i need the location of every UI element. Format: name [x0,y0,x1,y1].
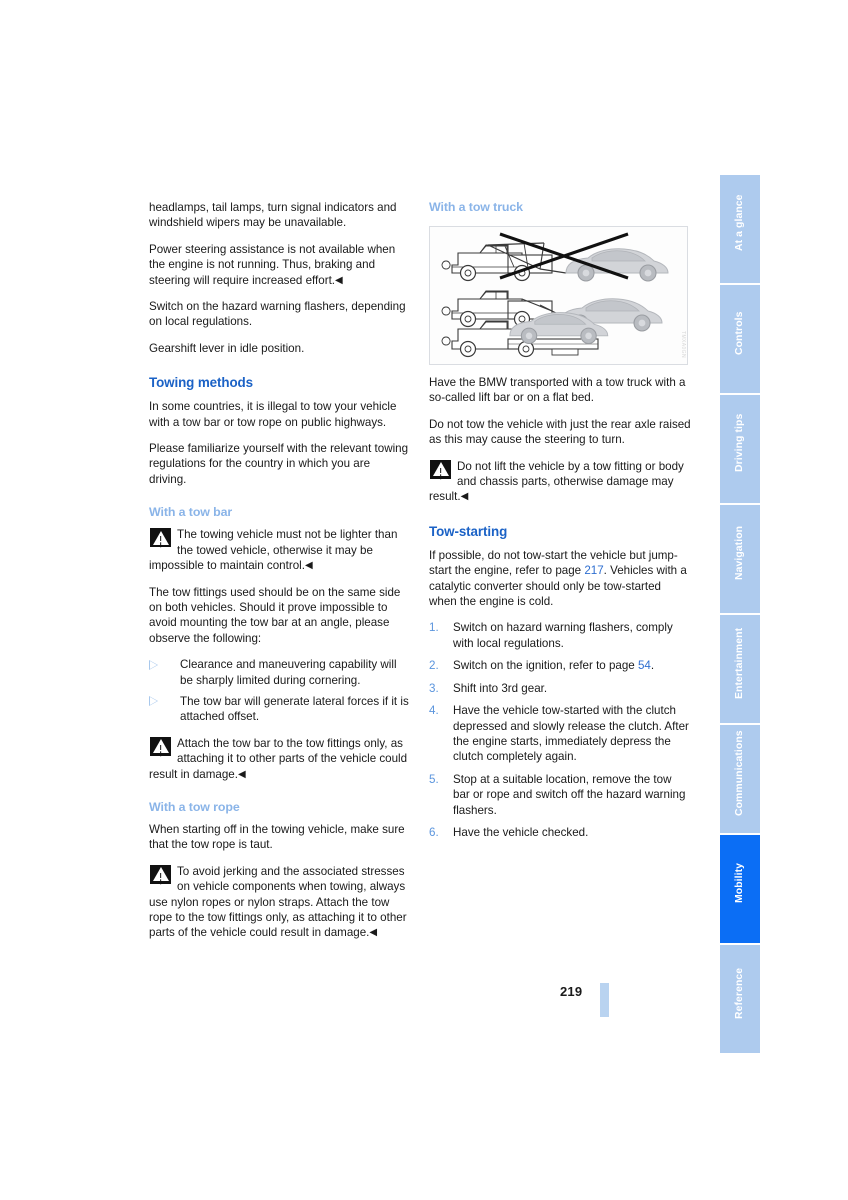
end-of-warning-marker: ◀ [369,927,378,939]
paragraph-illegal-tow: In some countries, it is illegal to tow … [149,400,397,429]
warning-body: The towing vehicle must not be lighter t… [149,528,398,573]
sidebar-tab-controls[interactable]: Controls [720,285,760,393]
sidebar-tab-label: Controls [734,311,745,355]
heading-with-a-tow-rope: With a tow rope [149,799,240,814]
paragraph-rear-axle: Do not tow the vehicle with just the rea… [429,417,691,447]
step-number: 1. [429,621,439,635]
step-text-before: Switch on the ignition, refer to page [453,659,638,673]
warning-text: The towing vehicle must not be lighter t… [149,527,409,573]
list-item: The tow bar will generate lateral forces… [149,694,409,725]
manual-page: headlamps, tail lamps, turn signal indic… [0,0,848,1200]
triangle-bullet-inner-icon [150,660,157,669]
sidebar-tab-reference[interactable]: Reference [720,945,760,1053]
step-text: Have the vehicle checked. [453,825,589,839]
end-of-warning-marker: ◀ [460,491,469,503]
step-text: Stop at a suitable location, remove the … [453,772,686,817]
list-item: 4. Have the vehicle tow-started with the… [429,703,691,765]
tow-starting-steps: 1. Switch on hazard warning flashers, co… [429,620,691,840]
sidebar-tab-driving-tips[interactable]: Driving tips [720,395,760,503]
heading-tow-starting: Tow-starting [429,523,508,539]
list-item: Clearance and maneuvering capability wil… [149,657,409,688]
paragraph-power-steering: Power steering assistance is not availab… [149,242,409,288]
step-number: 3. [429,681,439,695]
page-number: 219 [560,984,583,999]
step-text: Switch on hazard warning flashers, compl… [453,621,673,650]
sidebar-tab-at-a-glance[interactable]: At a glance [720,175,760,283]
paragraph-gearshift: Gearshift lever in idle position. [149,341,305,355]
warning-body: Attach the tow bar to the tow fittings o… [149,736,408,781]
warning-text: Do not lift the vehicle by a tow fitting… [429,459,691,505]
step-number: 5. [429,772,439,786]
warning-block-attach-tow-bar: Attach the tow bar to the tow fittings o… [149,736,409,782]
page-reference-217[interactable]: 217 [584,564,603,577]
illustration-row-1 [441,242,669,282]
paragraph-hazard-flashers: Switch on the hazard warning flashers, d… [149,300,406,329]
tow-truck-illustration [441,232,669,358]
warning-block-tow-rope: To avoid jerking and the associated stre… [149,864,409,941]
paragraph-continued: headlamps, tail lamps, turn signal indic… [149,201,397,230]
figure-tow-truck-methods: TMXA0GN [429,226,688,365]
paragraph-familiarize: Please familiarize yourself with the rel… [149,442,409,486]
triangle-bullet-inner-icon [150,697,157,706]
warning-triangle-icon [430,459,451,479]
sidebar-tab-label: Mobility [734,862,745,904]
figure-code-label: TMXA0GN [680,331,686,358]
warning-triangle-icon [150,736,171,756]
list-item-label: Clearance and maneuvering capability wil… [180,658,397,687]
sidebar-tab-navigation[interactable]: Navigation [720,505,760,613]
step-text: Shift into 3rd gear. [453,681,548,695]
warning-block-do-not-lift: Do not lift the vehicle by a tow fitting… [429,459,691,505]
list-item: 6. Have the vehicle checked. [429,825,691,840]
warning-block-tow-bar-weight: The towing vehicle must not be lighter t… [149,527,409,573]
end-of-warning-marker: ◀ [304,560,313,572]
sidebar-tab-communications[interactable]: Communications [720,725,760,833]
page-reference-54[interactable]: 54 [638,659,651,672]
end-of-warning-marker: ◀ [237,768,246,780]
warning-text: Attach the tow bar to the tow fittings o… [149,736,409,782]
list-item: 2. Switch on the ignition, refer to page… [429,658,691,673]
warning-text: To avoid jerking and the associated stre… [149,864,409,941]
heading-with-a-tow-truck: With a tow truck [429,200,523,214]
sidebar-tab-label: Navigation [734,525,745,581]
sidebar-tab-label: Communications [734,730,745,816]
left-column: headlamps, tail lamps, turn signal indic… [149,200,409,952]
step-number: 6. [429,825,439,839]
list-item: 1. Switch on hazard warning flashers, co… [429,620,691,651]
sidebar-tab-label: At a glance [734,194,745,252]
sidebar-tab-entertainment[interactable]: Entertainment [720,615,760,723]
paragraph-text: Power steering assistance is not availab… [149,242,396,287]
paragraph-tow-start-intro: If possible, do not tow-start the vehicl… [429,548,691,610]
paragraph-tow-fittings-side: The tow fittings used should be on the s… [149,585,401,645]
warning-body: To avoid jerking and the associated stre… [149,864,407,940]
step-text: Have the vehicle tow-started with the cl… [453,704,689,764]
sidebar-tab-label: Reference [734,967,745,1019]
warning-triangle-icon [150,864,171,884]
sidebar-tab-bar: At a glance Controls Driving tips Naviga… [720,175,760,1053]
page-number-bar [600,983,609,1017]
step-number: 4. [429,704,439,718]
end-of-warning-marker: ◀ [335,274,343,286]
warning-triangle-icon [150,528,171,548]
list-item-label: The tow bar will generate lateral forces… [180,694,409,724]
sidebar-tab-label: Driving tips [734,413,745,473]
tow-bar-bullet-list: Clearance and maneuvering capability wil… [149,657,409,725]
list-item: 5. Stop at a suitable location, remove t… [429,772,691,818]
heading-with-a-tow-bar: With a tow bar [149,505,233,520]
sidebar-tab-mobility[interactable]: Mobility [720,835,760,943]
paragraph-tow-rope-taut: When starting off in the towing vehicle,… [149,822,405,852]
list-item: 3. Shift into 3rd gear. [429,681,691,696]
paragraph-lift-bar: Have the BMW transported with a tow truc… [429,376,686,405]
step-text-after: . [650,659,655,673]
heading-towing-methods: Towing methods [149,375,253,391]
step-number: 2. [429,659,439,673]
sidebar-tab-label: Entertainment [734,627,745,699]
